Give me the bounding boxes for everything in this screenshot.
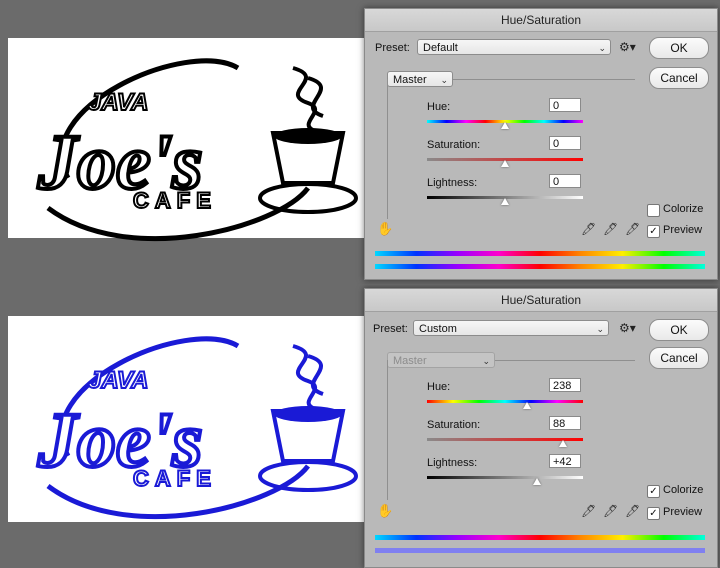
eyedropper-icon[interactable]: 🖊 (581, 222, 596, 236)
hue-saturation-dialog-custom: Hue/Saturation Preset: Custom ⌄ ⚙▾ OK Ca… (364, 288, 718, 568)
saturation-label: Saturation: (427, 419, 481, 431)
cancel-button[interactable]: Cancel (649, 347, 709, 369)
colorize-label: Colorize (663, 484, 704, 496)
preset-select[interactable]: Custom ⌄ (413, 320, 609, 336)
image-canvas-original: JAVA Joe's CAFE (8, 38, 368, 242)
after-panel: JAVA Joe's CAFE Hue/Saturation Preset: C… (0, 284, 720, 568)
hue-slider-thumb[interactable] (501, 122, 509, 129)
channel-frame-left (387, 79, 388, 219)
hue-saturation-dialog-default: Hue/Saturation Preset: Default ⌄ ⚙▾ OK C… (364, 8, 718, 280)
image-canvas-colorized: JAVA Joe's CAFE (8, 316, 368, 522)
eyedropper-minus-icon[interactable]: 🖊 (625, 222, 640, 236)
chevron-down-icon: ⌄ (598, 43, 606, 53)
lightness-slider-thumb[interactable] (533, 478, 541, 485)
cancel-button[interactable]: Cancel (649, 67, 709, 89)
lightness-slider-thumb[interactable] (501, 198, 509, 205)
channel-value: Master (393, 74, 427, 86)
dialog-title: Hue/Saturation (365, 9, 717, 32)
chevron-down-icon: ⌄ (596, 324, 604, 334)
eyedropper-minus-icon[interactable]: 🖊 (625, 504, 640, 518)
hue-input[interactable]: 238 (549, 378, 581, 392)
preset-value: Default (423, 42, 458, 54)
chevron-down-icon: ⌄ (440, 75, 448, 85)
gear-icon[interactable]: ⚙▾ (619, 321, 636, 335)
lightness-input[interactable]: 0 (549, 174, 581, 188)
colorize-checkbox[interactable] (647, 204, 660, 217)
hand-icon: ✋ (377, 503, 394, 518)
lightness-slider-track[interactable] (427, 476, 583, 479)
saturation-input[interactable]: 0 (549, 136, 581, 150)
output-color-bar (375, 264, 705, 269)
eyedropper-plus-icon[interactable]: 🖊 (603, 504, 618, 518)
saturation-slider-thumb[interactable] (559, 440, 567, 447)
input-color-bar (375, 535, 705, 540)
hue-label: Hue: (427, 381, 451, 393)
logo-word-cafe: CAFE (133, 188, 217, 213)
preview-checkbox[interactable]: ✓ (647, 225, 660, 238)
eyedropper-plus-icon[interactable]: 🖊 (603, 222, 618, 236)
hue-slider-track[interactable] (427, 400, 583, 403)
lightness-label: Lightness: (427, 457, 478, 469)
before-panel: JAVA Joe's CAFE Hue/Saturation Preset: D… (0, 0, 720, 284)
logo-word-cafe: CAFE (133, 466, 217, 491)
input-color-bar (375, 251, 705, 256)
preview-label: Preview (663, 506, 703, 518)
preview-checkbox[interactable]: ✓ (647, 507, 660, 520)
dialog-title: Hue/Saturation (365, 289, 717, 312)
saturation-label: Saturation: (427, 139, 481, 151)
java-joes-logo-original: JAVA Joe's CAFE (35, 58, 358, 242)
saturation-slider-thumb[interactable] (501, 160, 509, 167)
preview-label: Preview (663, 224, 703, 236)
gear-icon[interactable]: ⚙▾ (619, 40, 636, 54)
output-color-bar (375, 548, 705, 553)
logo-word-java: JAVA (88, 89, 148, 116)
hue-label: Hue: (427, 101, 451, 113)
preset-label: Preset: (375, 42, 410, 54)
channel-select[interactable]: Master ⌄ (387, 71, 453, 87)
lightness-label: Lightness: (427, 177, 478, 189)
java-joes-logo-colorized: JAVA Joe's CAFE (35, 336, 358, 520)
lightness-input[interactable]: +42 (549, 454, 581, 468)
channel-value: Master (393, 355, 427, 367)
eyedropper-icon[interactable]: 🖊 (581, 504, 596, 518)
ok-button[interactable]: OK (649, 319, 709, 341)
hand-icon[interactable]: ✋ (377, 221, 393, 237)
channel-select: Master ⌄ (387, 352, 495, 368)
saturation-input[interactable]: 88 (549, 416, 581, 430)
colorize-label: Colorize (663, 203, 704, 215)
preset-value: Custom (419, 323, 457, 335)
logo-word-java: JAVA (88, 367, 148, 394)
preset-select[interactable]: Default ⌄ (417, 39, 611, 55)
hue-input[interactable]: 0 (549, 98, 581, 112)
preset-label: Preset: (373, 323, 408, 335)
colorize-checkbox[interactable]: ✓ (647, 485, 660, 498)
chevron-down-icon: ⌄ (482, 356, 490, 366)
hue-slider-thumb[interactable] (523, 402, 531, 409)
ok-button[interactable]: OK (649, 37, 709, 59)
channel-frame-left (387, 360, 388, 500)
